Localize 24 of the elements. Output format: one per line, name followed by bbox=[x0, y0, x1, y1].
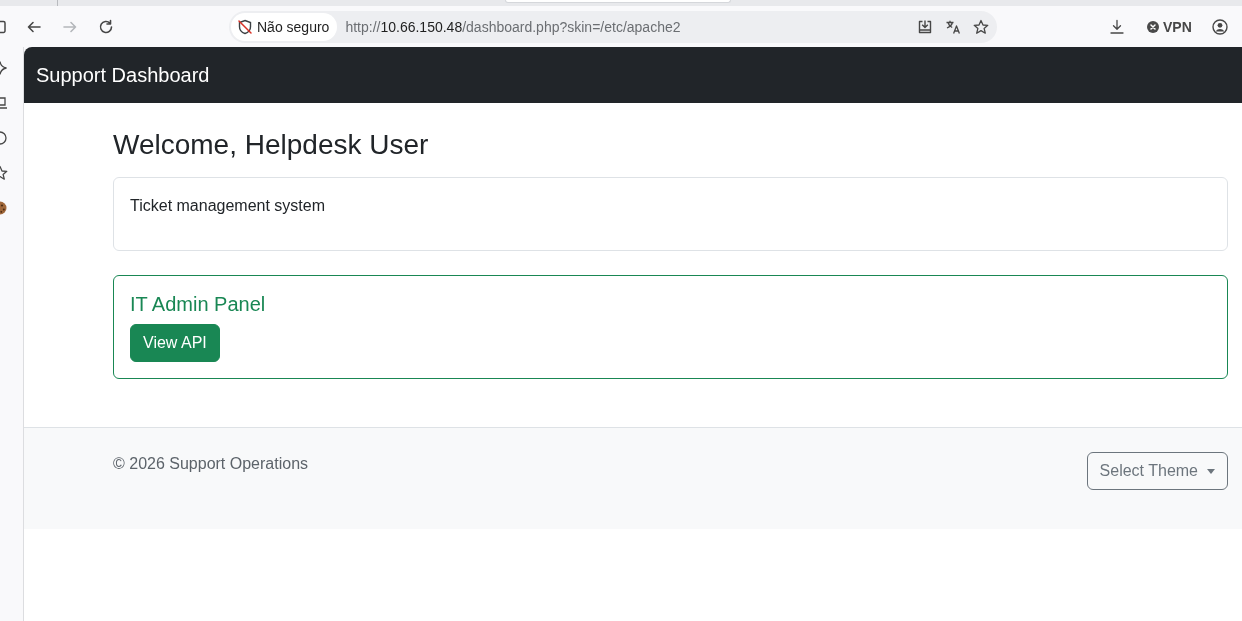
sparkle-icon[interactable] bbox=[0, 60, 8, 76]
translate-icon[interactable] bbox=[945, 18, 961, 35]
theme-select-button[interactable]: Select Theme bbox=[1086, 452, 1228, 490]
download-icon[interactable] bbox=[1109, 18, 1125, 35]
shield-slash-icon bbox=[237, 18, 253, 35]
address-bar[interactable]: Não seguro http://10.66.150.48/dashboard.php?skin=/etc/apache2 bbox=[229, 10, 997, 43]
card-text: Ticket management system bbox=[130, 196, 327, 216]
star-icon[interactable] bbox=[973, 18, 989, 35]
brand-link[interactable]: Support Dashboard bbox=[36, 60, 210, 90]
vpn-button[interactable]: VPN bbox=[1147, 18, 1192, 35]
device-icon[interactable] bbox=[0, 95, 8, 111]
copyright-text: © 2026 Support Operations bbox=[113, 454, 309, 474]
reload-icon[interactable] bbox=[98, 18, 114, 35]
install-icon[interactable] bbox=[917, 18, 933, 35]
caret-icon bbox=[1207, 468, 1215, 474]
star-icon[interactable] bbox=[0, 165, 8, 181]
welcome-heading: Welcome, Helpdesk User bbox=[113, 128, 430, 162]
panel-icon[interactable] bbox=[0, 19, 6, 34]
cookie-icon[interactable] bbox=[0, 200, 8, 216]
card-title: IT Admin Panel bbox=[130, 292, 267, 316]
profile-icon[interactable] bbox=[1211, 18, 1228, 35]
security-chip[interactable]: Não seguro bbox=[231, 12, 338, 41]
url-text: http://10.66.150.48/dashboard.php?skin=/etc/apache2 bbox=[345, 18, 681, 35]
view-api-button[interactable]: View API bbox=[130, 324, 220, 362]
